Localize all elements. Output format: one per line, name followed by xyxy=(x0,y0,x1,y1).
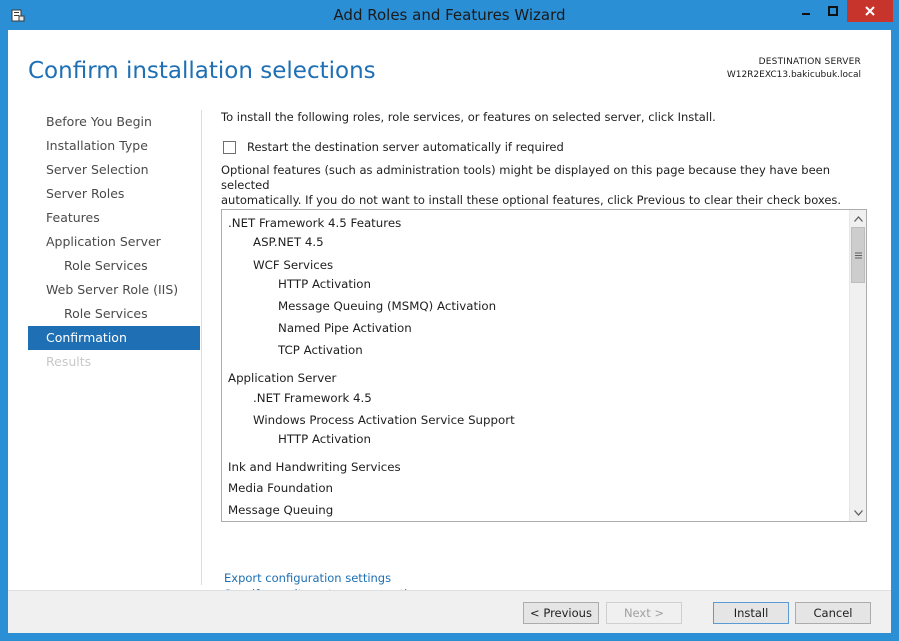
next-button: Next > xyxy=(606,602,682,624)
list-item: HTTP Activation xyxy=(278,432,371,446)
list-item: TCP Activation xyxy=(278,343,363,357)
nav-item-confirmation[interactable]: Confirmation xyxy=(28,326,200,350)
nav-item-application-server[interactable]: Application Server xyxy=(28,230,200,254)
intro-text: To install the following roles, role ser… xyxy=(221,110,716,124)
restart-label[interactable]: Restart the destination server automatic… xyxy=(247,140,564,154)
nav-divider xyxy=(201,110,202,585)
nav-item-web-server-role[interactable]: Web Server Role (IIS) xyxy=(28,278,200,302)
optional-features-note: Optional features (such as administratio… xyxy=(221,163,851,208)
list-item: Ink and Handwriting Services xyxy=(228,460,401,474)
destination-server-name: W12R2EXC13.bakicubuk.local xyxy=(726,70,861,80)
nav-item-installation-type[interactable]: Installation Type xyxy=(28,134,200,158)
scroll-up-button[interactable] xyxy=(850,210,866,227)
nav-item-before-you-begin[interactable]: Before You Begin xyxy=(28,110,200,134)
close-button[interactable] xyxy=(847,0,893,22)
list-item: Media Foundation xyxy=(228,481,334,495)
install-button[interactable]: Install xyxy=(713,602,789,624)
maximize-button[interactable] xyxy=(820,0,846,22)
page-title: Confirm installation selections xyxy=(28,58,376,84)
wizard-nav: Before You Begin Installation Type Serve… xyxy=(28,110,200,374)
scroll-down-button[interactable] xyxy=(850,504,866,521)
nav-item-server-roles[interactable]: Server Roles xyxy=(28,182,200,206)
nav-item-server-selection[interactable]: Server Selection xyxy=(28,158,200,182)
nav-item-results: Results xyxy=(46,354,92,369)
minimize-icon xyxy=(802,13,810,15)
chevron-up-icon xyxy=(854,215,863,222)
restart-checkbox[interactable] xyxy=(223,140,236,154)
export-configuration-link[interactable]: Export configuration settings xyxy=(224,570,411,586)
grip-icon xyxy=(854,252,862,258)
selections-list-content: .NET Framework 4.5 Features ASP.NET 4.5 … xyxy=(228,214,848,521)
list-item: WCF Services xyxy=(253,258,334,272)
close-icon xyxy=(865,6,875,16)
vertical-scrollbar[interactable] xyxy=(849,210,866,521)
destination-server-label: DESTINATION SERVER xyxy=(758,57,861,67)
selections-list[interactable]: .NET Framework 4.5 Features ASP.NET 4.5 … xyxy=(221,209,867,522)
title-bar[interactable]: Add Roles and Features Wizard xyxy=(0,0,899,30)
list-item: .NET Framework 4.5 Features xyxy=(228,216,402,230)
maximize-icon xyxy=(828,6,838,16)
minimize-button[interactable] xyxy=(793,0,819,22)
list-item: Message Queuing xyxy=(228,503,334,517)
list-item: ASP.NET 4.5 xyxy=(253,235,324,249)
nav-item-web-role-services[interactable]: Role Services xyxy=(28,302,200,326)
window-title: Add Roles and Features Wizard xyxy=(333,6,566,24)
optional-note-line-1: Optional features (such as administratio… xyxy=(221,163,831,192)
chevron-down-icon xyxy=(854,509,863,516)
list-item: Named Pipe Activation xyxy=(278,321,412,335)
list-item: HTTP Activation xyxy=(278,277,371,291)
list-item: Application Server xyxy=(228,371,337,385)
list-item: .NET Framework 4.5 xyxy=(253,391,372,405)
wizard-footer: < Previous Next > Install Cancel xyxy=(8,590,891,633)
nav-item-features[interactable]: Features xyxy=(28,206,200,230)
cancel-button[interactable]: Cancel xyxy=(795,602,871,624)
nav-item-app-role-services[interactable]: Role Services xyxy=(28,254,200,278)
wizard-body: Confirm installation selections DESTINAT… xyxy=(8,30,891,633)
previous-button[interactable]: < Previous xyxy=(523,602,599,624)
list-item: Message Queuing (MSMQ) Activation xyxy=(278,299,497,313)
list-item: Windows Process Activation Service Suppo… xyxy=(253,413,515,427)
optional-note-line-2: automatically. If you do not want to ins… xyxy=(221,193,842,207)
restart-option[interactable]: Restart the destination server automatic… xyxy=(223,140,564,154)
scrollbar-thumb[interactable] xyxy=(851,227,865,283)
wizard-window: Add Roles and Features Wizard Confirm in… xyxy=(0,0,899,641)
